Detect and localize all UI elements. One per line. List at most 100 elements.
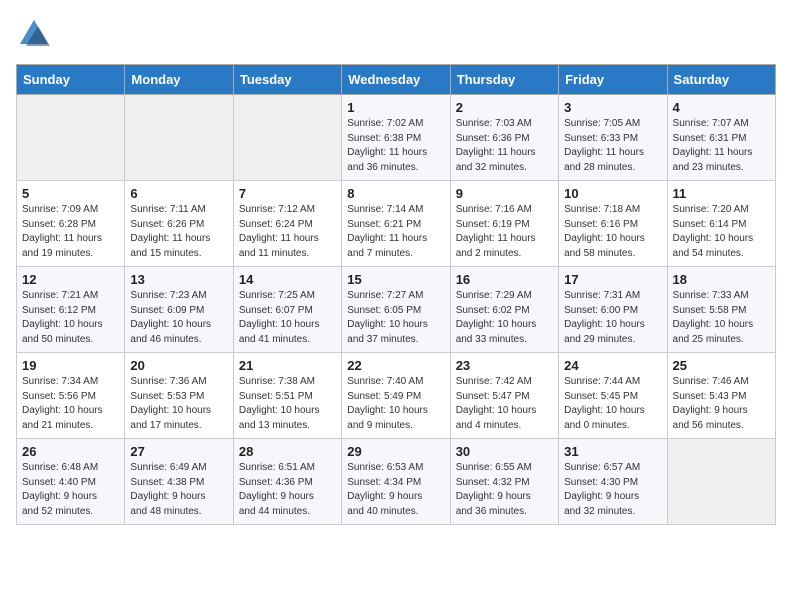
- day-info: Sunrise: 7:16 AM Sunset: 6:19 PM Dayligh…: [456, 203, 553, 261]
- day-info: Sunrise: 6:48 AM Sunset: 4:40 PM Dayligh…: [22, 461, 119, 519]
- day-number: 27: [130, 444, 227, 459]
- day-info: Sunrise: 7:46 AM Sunset: 5:43 PM Dayligh…: [673, 375, 770, 433]
- day-number: 9: [456, 186, 553, 201]
- calendar-cell: 2 Sunrise: 7:03 AM Sunset: 6:36 PM Daylig…: [450, 95, 558, 181]
- day-info: Sunrise: 7:31 AM Sunset: 6:00 PM Dayligh…: [564, 289, 661, 347]
- day-number: 31: [564, 444, 661, 459]
- calendar-cell: 29 Sunrise: 6:53 AM Sunset: 4:34 PM Dayli…: [342, 439, 450, 525]
- calendar-cell: 8 Sunrise: 7:14 AM Sunset: 6:21 PM Daylig…: [342, 181, 450, 267]
- day-number: 24: [564, 358, 661, 373]
- day-info: Sunrise: 6:53 AM Sunset: 4:34 PM Dayligh…: [347, 461, 444, 519]
- day-number: 16: [456, 272, 553, 287]
- day-info: Sunrise: 7:05 AM Sunset: 6:33 PM Dayligh…: [564, 117, 661, 175]
- calendar-cell: 26 Sunrise: 6:48 AM Sunset: 4:40 PM Dayli…: [17, 439, 125, 525]
- logo: [16, 16, 58, 52]
- calendar-week-row: 1Sunrise: 7:02 AM Sunset: 6:38 PM Daylig…: [17, 95, 776, 181]
- day-info: Sunrise: 7:21 AM Sunset: 6:12 PM Dayligh…: [22, 289, 119, 347]
- day-number: 15: [347, 272, 444, 287]
- calendar-body: 1Sunrise: 7:02 AM Sunset: 6:38 PM Daylig…: [17, 95, 776, 525]
- day-number: 13: [130, 272, 227, 287]
- calendar-cell: 21 Sunrise: 7:38 AM Sunset: 5:51 PM Dayli…: [233, 353, 341, 439]
- calendar-cell: [125, 95, 233, 181]
- day-info: Sunrise: 7:03 AM Sunset: 6:36 PM Dayligh…: [456, 117, 553, 175]
- calendar-cell: [667, 439, 775, 525]
- day-info: Sunrise: 7:25 AM Sunset: 6:07 PM Dayligh…: [239, 289, 336, 347]
- day-number: 8: [347, 186, 444, 201]
- day-info: Sunrise: 7:34 AM Sunset: 5:56 PM Dayligh…: [22, 375, 119, 433]
- day-info: Sunrise: 7:23 AM Sunset: 6:09 PM Dayligh…: [130, 289, 227, 347]
- day-info: Sunrise: 7:29 AM Sunset: 6:02 PM Dayligh…: [456, 289, 553, 347]
- day-number: 21: [239, 358, 336, 373]
- day-number: 28: [239, 444, 336, 459]
- calendar-week-row: 12 Sunrise: 7:21 AM Sunset: 6:12 PM Dayli…: [17, 267, 776, 353]
- day-number: 3: [564, 100, 661, 115]
- calendar-week-row: 19 Sunrise: 7:34 AM Sunset: 5:56 PM Dayli…: [17, 353, 776, 439]
- day-info: Sunrise: 6:57 AM Sunset: 4:30 PM Dayligh…: [564, 461, 661, 519]
- calendar-cell: 9 Sunrise: 7:16 AM Sunset: 6:19 PM Daylig…: [450, 181, 558, 267]
- calendar-cell: 19 Sunrise: 7:34 AM Sunset: 5:56 PM Dayli…: [17, 353, 125, 439]
- calendar-cell: 3 Sunrise: 7:05 AM Sunset: 6:33 PM Daylig…: [559, 95, 667, 181]
- calendar-cell: 7 Sunrise: 7:12 AM Sunset: 6:24 PM Daylig…: [233, 181, 341, 267]
- day-number: 25: [673, 358, 770, 373]
- calendar-cell: 6 Sunrise: 7:11 AM Sunset: 6:26 PM Daylig…: [125, 181, 233, 267]
- calendar-cell: 5Sunrise: 7:09 AM Sunset: 6:28 PM Daylig…: [17, 181, 125, 267]
- day-of-week-header: Friday: [559, 65, 667, 95]
- day-of-week-header: Thursday: [450, 65, 558, 95]
- calendar-cell: 17 Sunrise: 7:31 AM Sunset: 6:00 PM Dayli…: [559, 267, 667, 353]
- day-number: 4: [673, 100, 770, 115]
- day-of-week-header: Tuesday: [233, 65, 341, 95]
- day-info: Sunrise: 7:38 AM Sunset: 5:51 PM Dayligh…: [239, 375, 336, 433]
- day-info: Sunrise: 6:51 AM Sunset: 4:36 PM Dayligh…: [239, 461, 336, 519]
- day-info: Sunrise: 7:18 AM Sunset: 6:16 PM Dayligh…: [564, 203, 661, 261]
- calendar-cell: 20 Sunrise: 7:36 AM Sunset: 5:53 PM Dayli…: [125, 353, 233, 439]
- day-info: Sunrise: 7:33 AM Sunset: 5:58 PM Dayligh…: [673, 289, 770, 347]
- day-number: 6: [130, 186, 227, 201]
- day-info: Sunrise: 7:09 AM Sunset: 6:28 PM Dayligh…: [22, 203, 119, 261]
- day-number: 20: [130, 358, 227, 373]
- day-of-week-header: Wednesday: [342, 65, 450, 95]
- day-info: Sunrise: 7:42 AM Sunset: 5:47 PM Dayligh…: [456, 375, 553, 433]
- day-info: Sunrise: 7:36 AM Sunset: 5:53 PM Dayligh…: [130, 375, 227, 433]
- calendar-cell: 28 Sunrise: 6:51 AM Sunset: 4:36 PM Dayli…: [233, 439, 341, 525]
- day-number: 7: [239, 186, 336, 201]
- calendar-cell: [233, 95, 341, 181]
- calendar-table: SundayMondayTuesdayWednesdayThursdayFrid…: [16, 64, 776, 525]
- calendar-cell: 18Sunrise: 7:33 AM Sunset: 5:58 PM Dayli…: [667, 267, 775, 353]
- day-info: Sunrise: 7:14 AM Sunset: 6:21 PM Dayligh…: [347, 203, 444, 261]
- calendar-cell: [17, 95, 125, 181]
- day-info: Sunrise: 7:12 AM Sunset: 6:24 PM Dayligh…: [239, 203, 336, 261]
- calendar-cell: 31 Sunrise: 6:57 AM Sunset: 4:30 PM Dayli…: [559, 439, 667, 525]
- day-number: 14: [239, 272, 336, 287]
- day-of-week-header: Monday: [125, 65, 233, 95]
- calendar-cell: 24 Sunrise: 7:44 AM Sunset: 5:45 PM Dayli…: [559, 353, 667, 439]
- page-header: [16, 16, 776, 52]
- calendar-cell: 27 Sunrise: 6:49 AM Sunset: 4:38 PM Dayli…: [125, 439, 233, 525]
- day-number: 2: [456, 100, 553, 115]
- calendar-cell: 11Sunrise: 7:20 AM Sunset: 6:14 PM Dayli…: [667, 181, 775, 267]
- calendar-cell: 25 Sunrise: 7:46 AM Sunset: 5:43 PM Dayli…: [667, 353, 775, 439]
- calendar-cell: 22Sunrise: 7:40 AM Sunset: 5:49 PM Dayli…: [342, 353, 450, 439]
- day-number: 30: [456, 444, 553, 459]
- day-of-week-header: Saturday: [667, 65, 775, 95]
- calendar-cell: 1Sunrise: 7:02 AM Sunset: 6:38 PM Daylig…: [342, 95, 450, 181]
- day-number: 19: [22, 358, 119, 373]
- day-number: 23: [456, 358, 553, 373]
- calendar-cell: 15 Sunrise: 7:27 AM Sunset: 6:05 PM Dayli…: [342, 267, 450, 353]
- day-number: 29: [347, 444, 444, 459]
- logo-icon: [16, 16, 52, 52]
- day-info: Sunrise: 6:49 AM Sunset: 4:38 PM Dayligh…: [130, 461, 227, 519]
- day-info: Sunrise: 7:44 AM Sunset: 5:45 PM Dayligh…: [564, 375, 661, 433]
- day-info: Sunrise: 7:20 AM Sunset: 6:14 PM Dayligh…: [673, 203, 770, 261]
- calendar-cell: 14 Sunrise: 7:25 AM Sunset: 6:07 PM Dayli…: [233, 267, 341, 353]
- calendar-cell: 23 Sunrise: 7:42 AM Sunset: 5:47 PM Dayli…: [450, 353, 558, 439]
- day-info: Sunrise: 7:27 AM Sunset: 6:05 PM Dayligh…: [347, 289, 444, 347]
- calendar-cell: 12 Sunrise: 7:21 AM Sunset: 6:12 PM Dayli…: [17, 267, 125, 353]
- day-number: 17: [564, 272, 661, 287]
- day-info: Sunrise: 7:11 AM Sunset: 6:26 PM Dayligh…: [130, 203, 227, 261]
- day-info: Sunrise: 6:55 AM Sunset: 4:32 PM Dayligh…: [456, 461, 553, 519]
- calendar-header-row: SundayMondayTuesdayWednesdayThursdayFrid…: [17, 65, 776, 95]
- day-number: 12: [22, 272, 119, 287]
- calendar-week-row: 5Sunrise: 7:09 AM Sunset: 6:28 PM Daylig…: [17, 181, 776, 267]
- calendar-cell: 13 Sunrise: 7:23 AM Sunset: 6:09 PM Dayli…: [125, 267, 233, 353]
- day-number: 26: [22, 444, 119, 459]
